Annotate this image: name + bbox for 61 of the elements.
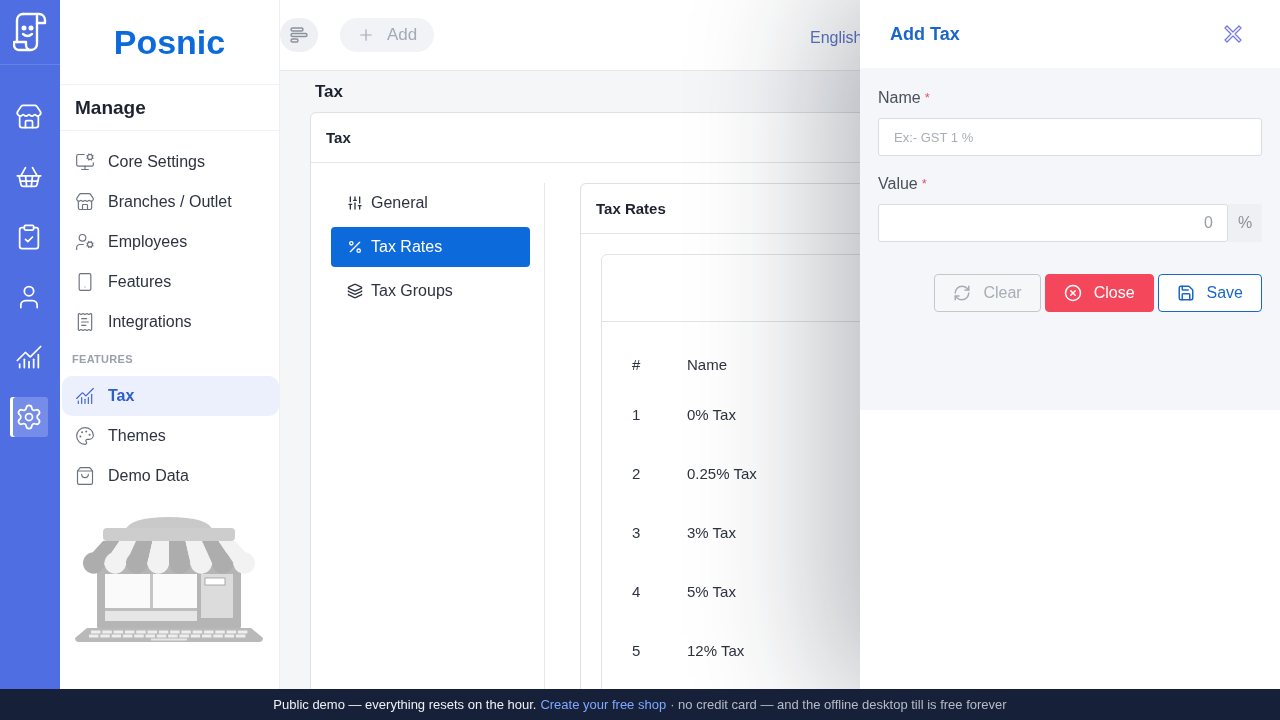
store-icon [75, 192, 95, 212]
create-shop-link[interactable]: Create your free shop [540, 697, 667, 712]
store-icon [15, 103, 43, 131]
settings-tab[interactable]: Tax Groups [331, 271, 530, 311]
close-button[interactable]: Close [1044, 274, 1154, 312]
column-header: Name [687, 355, 727, 373]
settings-icon [15, 403, 43, 431]
sidebar-item[interactable]: Tax [62, 376, 279, 416]
layers-icon [347, 283, 363, 299]
table-cell: 5% Tax [687, 583, 736, 600]
receipt-icon [75, 312, 95, 332]
sidebar-item[interactable]: Core Settings [62, 142, 279, 182]
percent-icon [347, 239, 363, 255]
unit-addon: % [1228, 204, 1262, 242]
palette-icon [75, 426, 95, 446]
banner-note: · no credit card — and the offline desktop till is free forever [670, 697, 1007, 712]
table-cell: 0% Tax [687, 406, 736, 423]
table-cell: 4 [632, 583, 641, 600]
drawer-title: Add Tax [890, 23, 960, 45]
card-title: Tax [326, 129, 351, 146]
menu-button[interactable] [280, 18, 318, 52]
settings-tab[interactable]: Tax Rates [331, 227, 530, 267]
table-cell: 5 [632, 642, 641, 659]
section-heading: FEATURES [72, 353, 133, 365]
refresh-icon [953, 284, 972, 302]
sidebar-item[interactable]: Demo Data [62, 456, 279, 496]
menu-icon [290, 27, 308, 43]
sidebar-item[interactable]: Features [62, 262, 279, 302]
table-cell: 2 [632, 465, 641, 482]
monitor-gear-icon [75, 152, 95, 172]
close-icon [1223, 24, 1243, 44]
bag-icon [75, 466, 95, 486]
sidebar-item[interactable]: Integrations [62, 302, 279, 342]
field-label: Value * [878, 175, 927, 192]
sliders-icon [347, 195, 363, 211]
banner-message: Public demo — everything resets on the hour. [273, 697, 537, 712]
brand-name: Posnic [113, 22, 226, 62]
chart-icon [75, 386, 95, 406]
chart-icon [15, 343, 43, 371]
table-cell: 3 [632, 524, 641, 541]
rail-nav-button[interactable] [10, 397, 48, 437]
table-cell: 0.25% Tax [687, 465, 757, 482]
table-cell: 1 [632, 406, 641, 423]
text-input[interactable]: Ex:- GST 1 % [878, 118, 1262, 156]
sidebar-item[interactable]: Themes [62, 416, 279, 456]
sidebar-title: Manage [75, 96, 146, 119]
number-input[interactable]: 0 [878, 204, 1228, 242]
sidebar-item[interactable]: Branches / Outlet [62, 182, 279, 222]
panel-title: Tax Rates [596, 200, 666, 217]
x-circle-icon [1063, 284, 1082, 302]
column-header: # [632, 355, 641, 373]
sidebar-item[interactable]: Employees [62, 222, 279, 262]
settings-tab[interactable]: General [331, 183, 530, 223]
page-title: Tax [315, 81, 344, 102]
field-label: Name * [878, 89, 930, 106]
table-cell: 3% Tax [687, 524, 736, 541]
logo-icon [13, 12, 47, 52]
language-selector[interactable]: English [810, 29, 863, 47]
save-button[interactable]: Save [1157, 274, 1262, 312]
table-cell: 12% Tax [687, 642, 745, 659]
user-gear-icon [75, 232, 95, 252]
